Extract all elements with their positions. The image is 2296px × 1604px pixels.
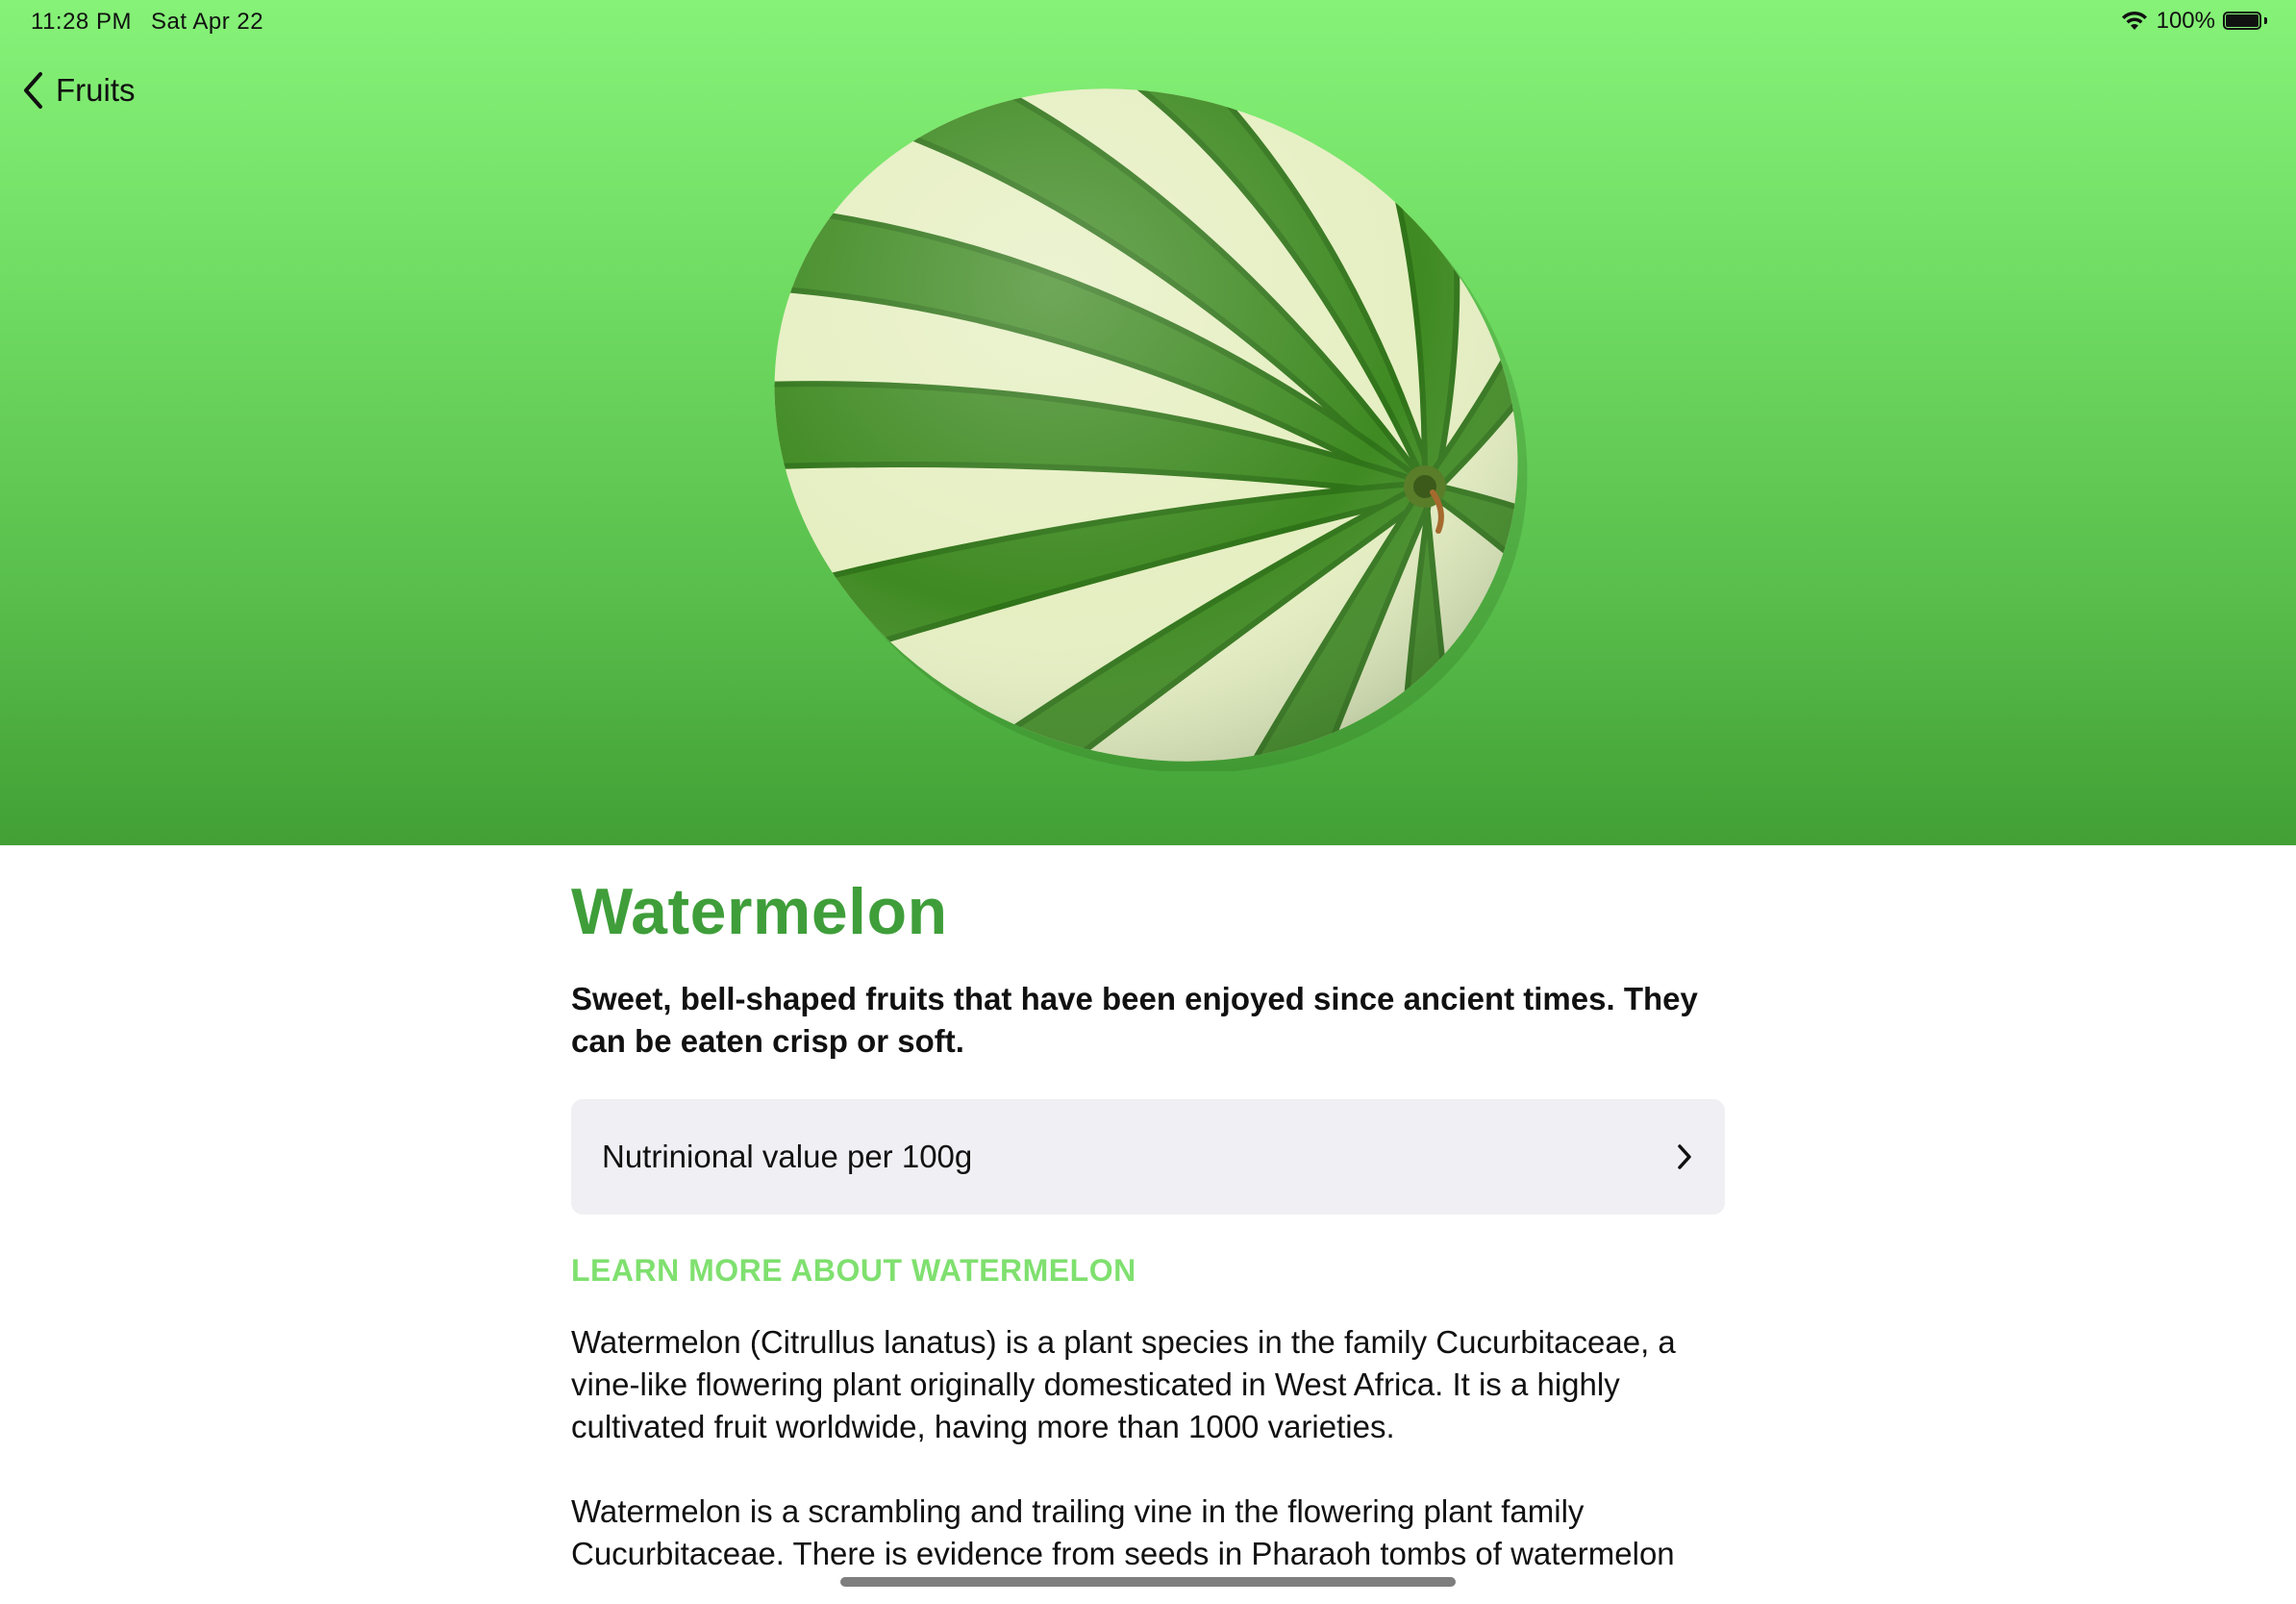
battery-full-icon: [2223, 11, 2267, 32]
detail-content: Watermelon Sweet, bell-shaped fruits tha…: [571, 845, 1725, 1575]
status-bar: 11:28 PM Sat Apr 22 100%: [0, 0, 2296, 44]
status-date: Sat Apr 22: [151, 9, 264, 35]
chevron-right-icon: [1675, 1142, 1694, 1171]
status-time: 11:28 PM: [31, 9, 132, 35]
screen: 11:28 PM Sat Apr 22 100% Fruits Watermel…: [0, 0, 2296, 1604]
fruit-tagline: Sweet, bell-shaped fruits that have been…: [571, 981, 1698, 1059]
status-indicators: 100%: [2120, 8, 2267, 35]
watermelon-image: [711, 18, 1601, 845]
description-paragraph: Watermelon (Citrullus lanatus) is a plan…: [571, 1324, 1676, 1444]
fruit-title: Watermelon: [571, 875, 948, 948]
chevron-left-icon: [21, 71, 44, 110]
back-button-label: Fruits: [56, 72, 136, 108]
battery-percentage: 100%: [2156, 8, 2215, 34]
nutrition-value-row[interactable]: Nutrinional value per 100g: [571, 1099, 1725, 1215]
learn-more-heading: LEARN MORE ABOUT WATERMELON: [571, 1253, 1136, 1288]
description-paragraph: Watermelon is a scrambling and trailing …: [571, 1493, 1675, 1571]
nutrition-value-label: Nutrinional value per 100g: [602, 1139, 973, 1174]
home-indicator[interactable]: [840, 1577, 1456, 1587]
wifi-icon: [2120, 11, 2149, 32]
back-button[interactable]: Fruits: [21, 71, 136, 110]
hero-header: 11:28 PM Sat Apr 22 100% Fruits: [0, 0, 2296, 845]
